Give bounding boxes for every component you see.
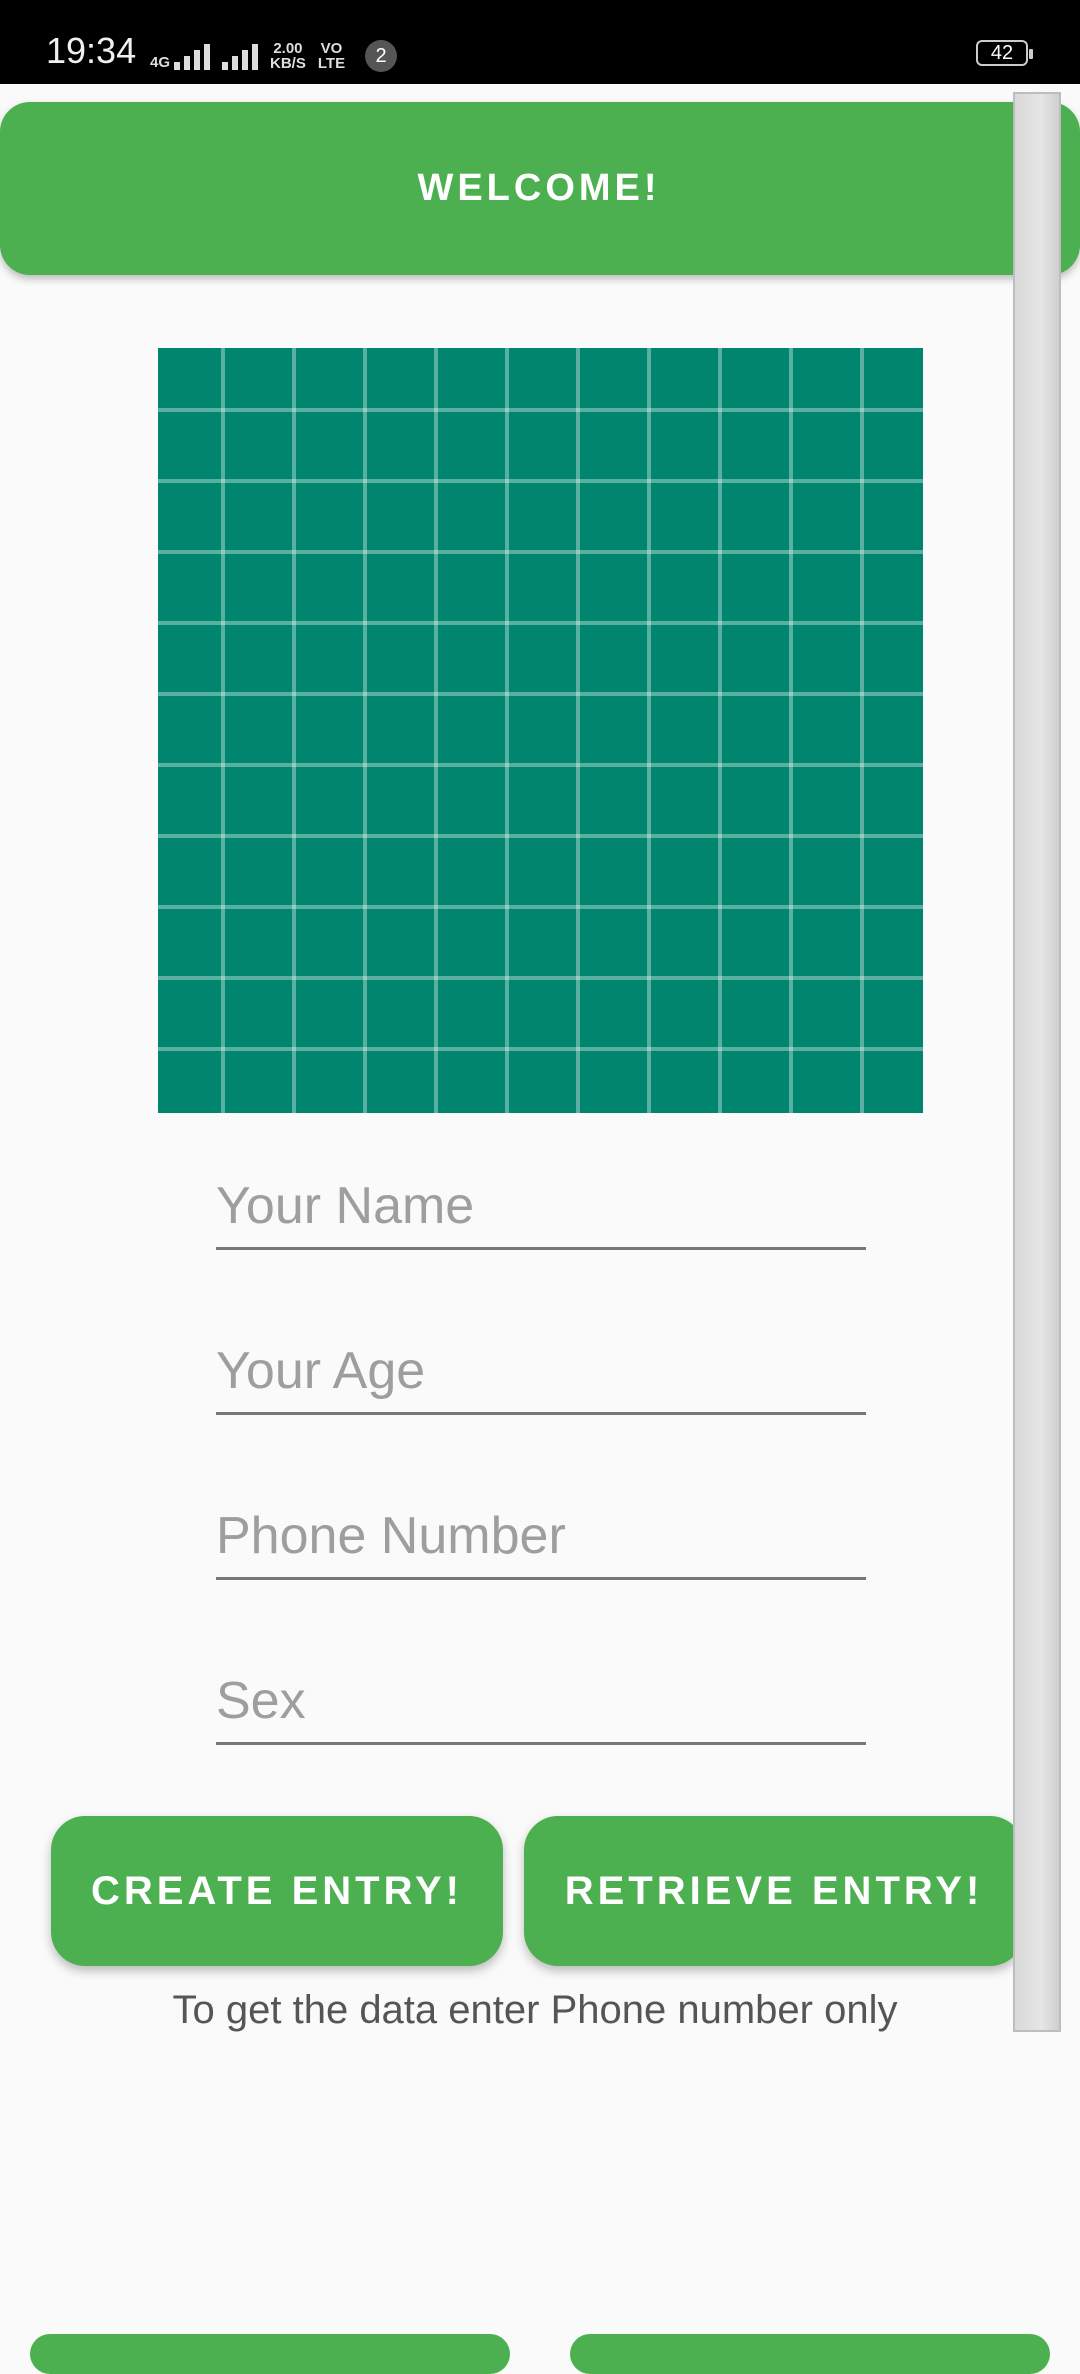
phone-number-input[interactable] (216, 1500, 866, 1580)
network-speed-unit: KB/S (270, 55, 306, 72)
notification-count-badge: 2 (365, 40, 398, 72)
scrollbar[interactable] (1013, 92, 1061, 2032)
battery-icon: 42 (976, 40, 1033, 66)
status-time: 19:34 (46, 30, 137, 71)
signal-2-icon (222, 42, 259, 70)
network-type-label: 4G (150, 54, 171, 71)
volte-top: VO (320, 40, 343, 57)
create-entry-button[interactable]: CREATE ENTRY! (51, 1816, 503, 1966)
retrieve-entry-button[interactable]: RETRIEVE ENTRY! (524, 1816, 1024, 1966)
signal-icon (174, 42, 211, 70)
grid-image (158, 348, 923, 1113)
network-speed-value: 2.00 (273, 40, 303, 57)
welcome-header: WELCOME! (0, 102, 1080, 275)
network-speed: 2.00 KB/S (270, 41, 306, 71)
bottom-button-left[interactable] (30, 2334, 510, 2374)
name-input[interactable] (216, 1170, 866, 1250)
network-type-icon: 4G (150, 42, 211, 71)
status-bar: 19:34 4G 2.00 KB/S VO LTE 2 42 (0, 0, 1080, 84)
sex-input[interactable] (216, 1665, 866, 1745)
header-title: WELCOME! (417, 167, 661, 209)
battery-level: 42 (990, 41, 1014, 64)
hint-text: To get the data enter Phone number only (172, 1988, 898, 2032)
status-icons: 4G 2.00 KB/S VO LTE 2 (150, 36, 398, 76)
age-input[interactable] (216, 1335, 866, 1415)
volte-bottom: LTE (317, 55, 346, 72)
bottom-button-right[interactable] (570, 2334, 1050, 2374)
volte-icon: VO LTE (318, 41, 345, 71)
